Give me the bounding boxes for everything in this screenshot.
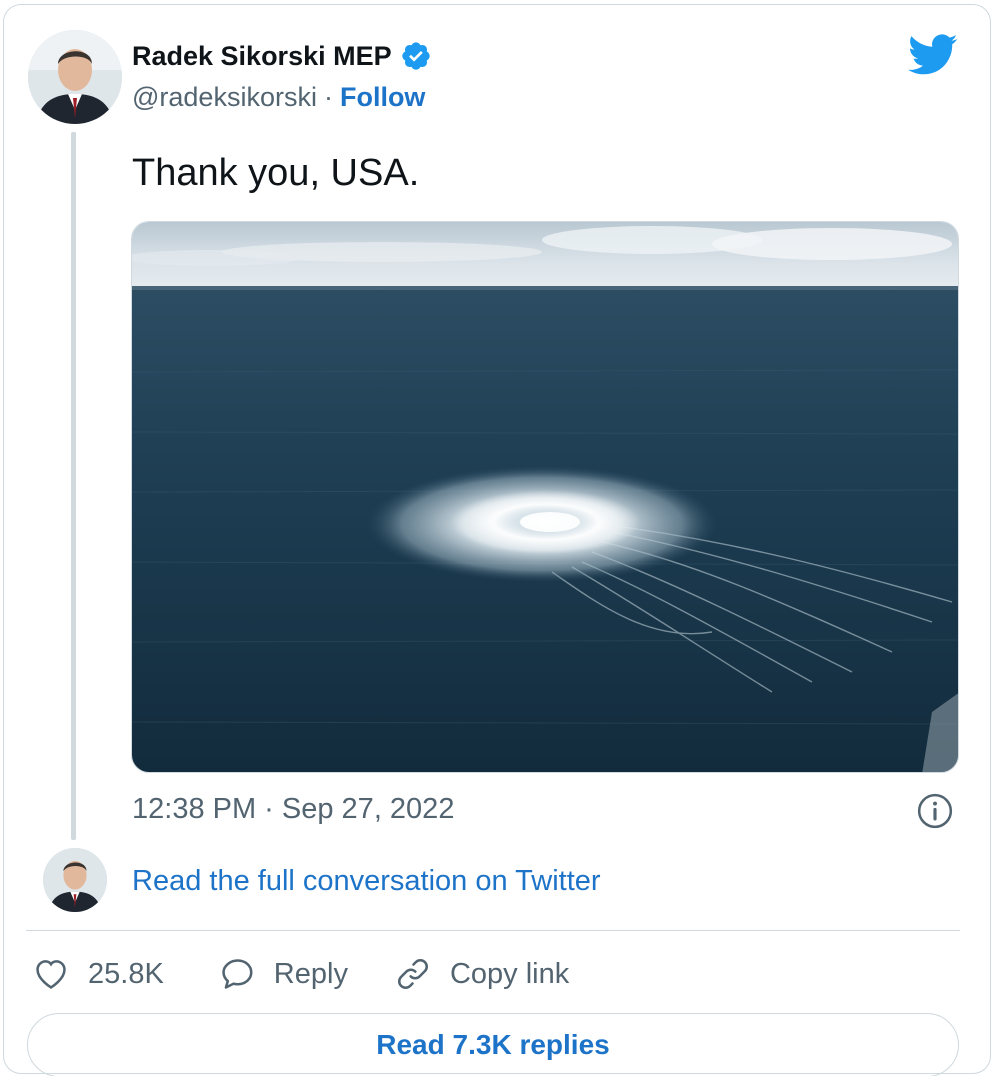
tweet-photo[interactable]	[131, 221, 959, 773]
twitter-bird-icon[interactable]	[908, 34, 958, 76]
author-handle[interactable]: @radeksikorski	[132, 82, 317, 113]
tweet-text: Thank you, USA.	[132, 152, 420, 194]
sea-gas-leak-image	[132, 222, 958, 772]
author-avatar-small[interactable]	[43, 848, 107, 912]
author-handle-row: @radeksikorski · Follow	[132, 82, 425, 113]
like-button[interactable]: 25.8K	[32, 955, 164, 993]
author-avatar[interactable]	[28, 30, 122, 124]
link-icon	[398, 959, 428, 989]
separator-dot: ·	[323, 82, 333, 112]
read-full-conversation-link[interactable]: Read the full conversation on Twitter	[132, 865, 601, 898]
thread-connector-line	[71, 132, 76, 840]
follow-link[interactable]: Follow	[340, 82, 425, 113]
verified-badge-icon	[401, 42, 430, 70]
copy-link-label: Copy link	[449, 957, 570, 990]
reply-button[interactable]: Reply	[218, 955, 348, 993]
author-name-row[interactable]: Radek Sikorski MEP	[132, 40, 432, 72]
speech-bubble-icon	[222, 959, 253, 989]
tweet-timestamp[interactable]: 12:38 PM · Sep 27, 2022	[132, 793, 454, 826]
read-replies-button[interactable]: Read 7.3K replies	[27, 1013, 959, 1076]
divider	[26, 930, 960, 931]
like-count: 25.8K	[88, 957, 164, 990]
info-circle-icon[interactable]	[916, 792, 954, 830]
tweet-actions-bar: 25.8K Reply Copy link	[32, 952, 569, 996]
copy-link-button[interactable]: Copy link	[394, 955, 569, 993]
heart-icon	[36, 960, 66, 989]
reply-label: Reply	[273, 957, 348, 990]
author-name[interactable]: Radek Sikorski MEP	[132, 41, 392, 72]
read-replies-label: Read 7.3K replies	[376, 1029, 610, 1060]
